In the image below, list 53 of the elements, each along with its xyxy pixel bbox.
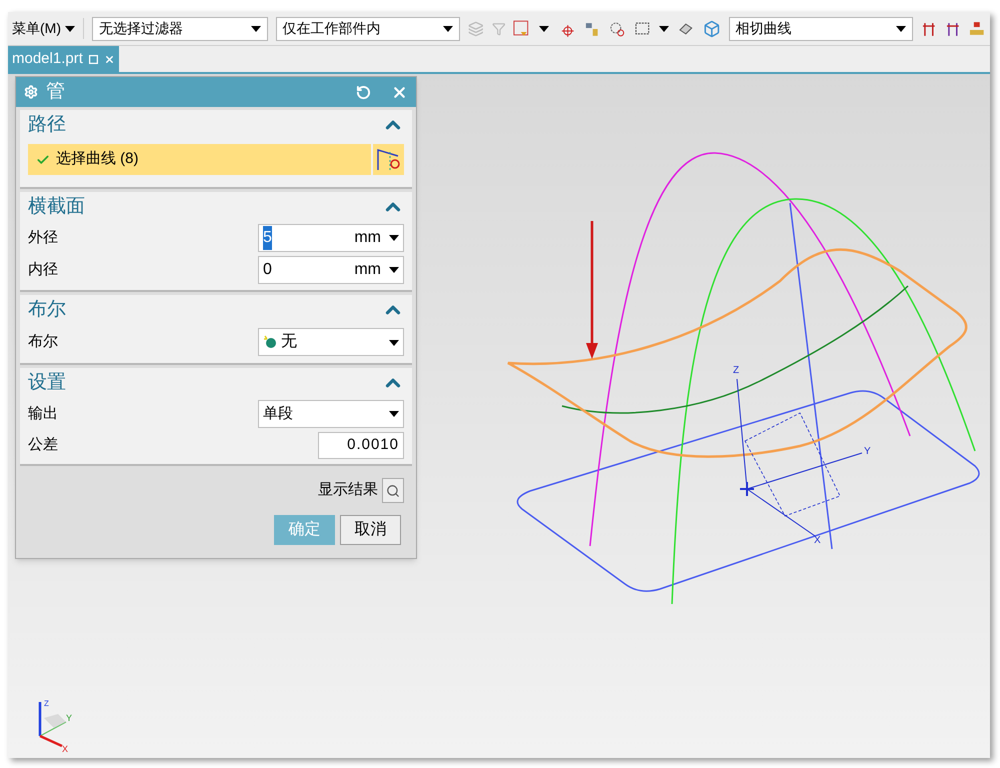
dropdown-caret-icon	[389, 235, 399, 241]
menu-button[interactable]: 菜单(M)	[12, 18, 84, 39]
x-axis-label: X	[814, 535, 821, 546]
dropdown-caret-icon	[65, 26, 75, 32]
dropdown-caret-icon	[659, 26, 670, 32]
number-unit-field[interactable]: 0 mm	[258, 256, 404, 284]
dotted-circle-icon[interactable]	[608, 20, 626, 38]
curve-select-icon[interactable]	[373, 144, 404, 175]
window-icon[interactable]	[88, 54, 98, 64]
field-label: 内径	[28, 260, 58, 280]
triad-z-label: Z	[44, 699, 49, 708]
field-label: 外径	[28, 228, 58, 248]
section-title: 路径	[28, 112, 66, 137]
cube-icon[interactable]	[703, 20, 721, 38]
triad-x-label: X	[62, 744, 68, 752]
dialog-title: 管	[46, 80, 65, 104]
select-curve-row[interactable]: 选择曲线 (8)	[28, 144, 371, 175]
field-label: 公差	[28, 434, 58, 455]
dropdown-caret-icon	[538, 26, 549, 32]
box-select-icon[interactable]	[634, 20, 652, 38]
boolean-dropdown[interactable]: 无	[258, 328, 404, 356]
output-dropdown[interactable]: 单段	[258, 400, 404, 428]
z-axis-label: Z	[733, 365, 740, 376]
reset-icon[interactable]	[356, 84, 371, 100]
dropdown-caret-icon	[389, 411, 399, 417]
dropdown-caret-icon	[250, 26, 261, 32]
dropdown-caret-icon	[442, 26, 453, 32]
section-title: 布尔	[28, 298, 66, 322]
preview-button[interactable]	[382, 478, 404, 503]
settings-icon[interactable]	[24, 85, 38, 99]
dialog-button[interactable]: 取消	[340, 515, 401, 545]
tolerance-field[interactable]: 0.0010	[318, 432, 404, 458]
section-title: 横截面	[28, 194, 85, 219]
view-triad-drawing	[38, 702, 66, 748]
dropdown-caret-icon	[389, 340, 399, 346]
selection-scope-dropdown[interactable]: 仅在工作部件内	[276, 16, 460, 40]
show-result-label: 显示结果	[318, 480, 378, 500]
sphere-icon	[263, 335, 277, 349]
dropdown-caret-icon	[896, 26, 906, 32]
triad-y-label: Y	[66, 713, 72, 723]
dropdown-caret-icon	[389, 267, 399, 273]
section-title: 设置	[28, 370, 66, 395]
check-icon	[36, 152, 50, 166]
field-label: 输出	[28, 404, 58, 424]
graphics-viewport[interactable]: 管 路径 选择曲线 (8) 横截面 外径 5 mm 内径 0 mm 布尔 布尔 无 设置 输出 单段 公差 0.0010 显示结果 确定 取消 Z Y X Z Y X	[8, 74, 990, 758]
select-point-icon[interactable]	[513, 20, 531, 38]
y-axis-label: Y	[864, 446, 871, 457]
field-label: 布尔	[28, 332, 58, 352]
number-unit-field[interactable]: 5 mm	[258, 224, 404, 252]
curve-rule-dropdown[interactable]: 相切曲线	[728, 16, 914, 40]
close-tab-icon[interactable]	[104, 54, 115, 64]
selection-filter-dropdown[interactable]: 无选择过滤器	[92, 16, 268, 40]
search-icon	[386, 484, 400, 498]
